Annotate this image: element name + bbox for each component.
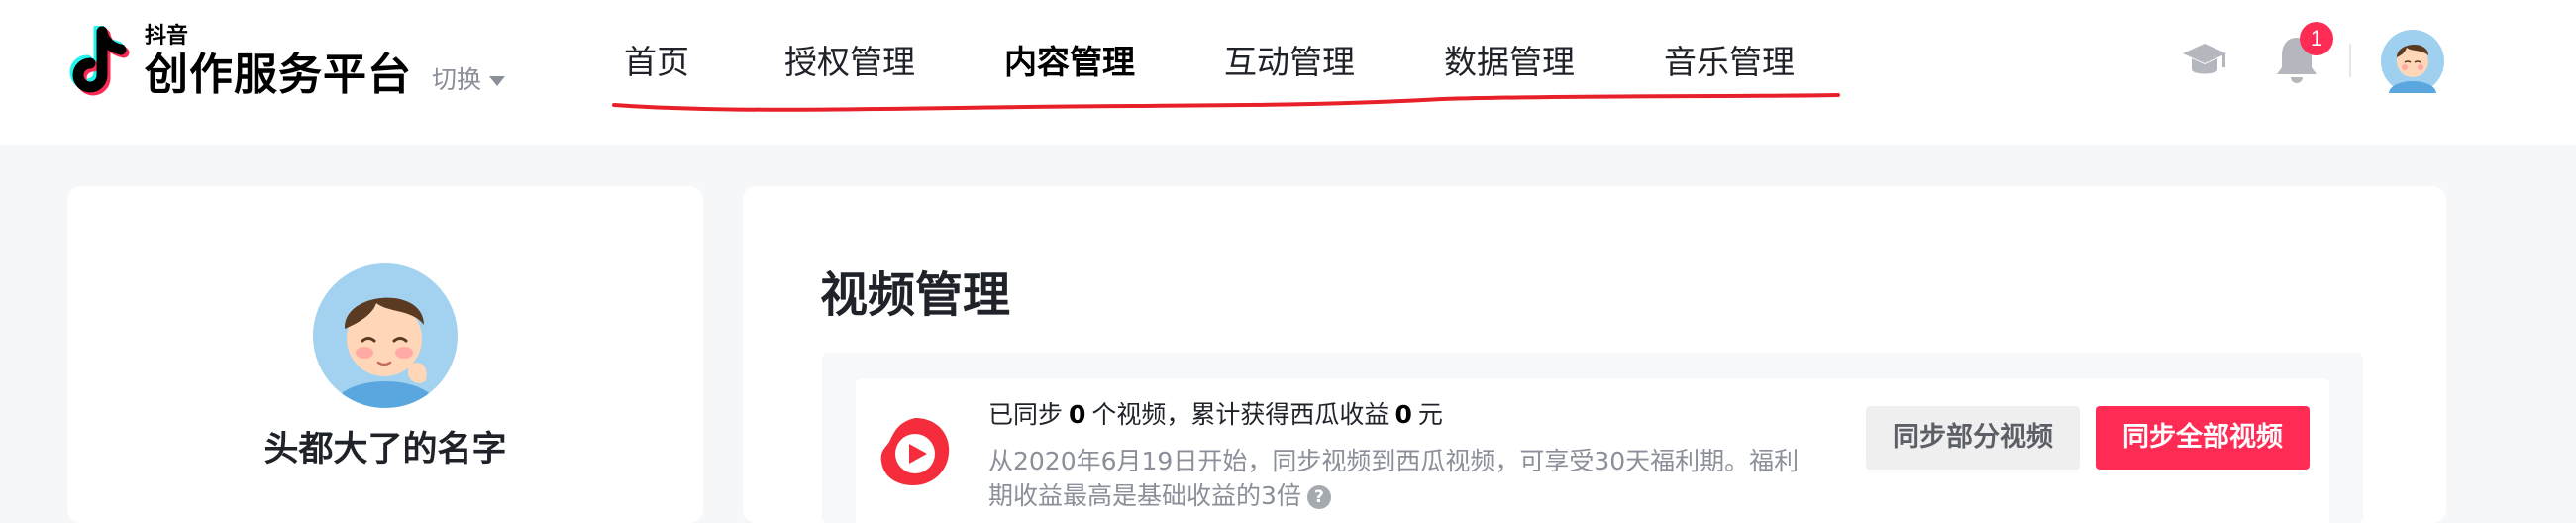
sync-prefix: 已同步 (988, 400, 1064, 429)
profile-avatar[interactable] (313, 263, 458, 408)
sync-middle: 个视频，累计获得西瓜收益 (1091, 400, 1390, 429)
sync-description: 从2020年6月19日开始，同步视频到西瓜视频，可享受30天福利期。福利期收益最… (988, 444, 1801, 513)
red-annotation-underline (612, 93, 1840, 112)
synced-video-count: 0 (1069, 400, 1086, 429)
caret-down-icon (489, 76, 506, 86)
xigua-sync-panel: 已同步 0 个视频，累计获得西瓜收益 0 元 从2020年6月19日开始，同步视频到西瓜… (822, 353, 2363, 523)
sync-suffix: 元 (1417, 400, 1443, 429)
nav-item-music[interactable]: 音乐管理 (1664, 40, 1795, 85)
xigua-earnings: 0 (1394, 400, 1412, 429)
nav-item-content[interactable]: 内容管理 (1004, 40, 1135, 85)
sync-all-videos-button[interactable]: 同步全部视频 (2096, 406, 2310, 470)
xigua-sync-row: 已同步 0 个视频，累计获得西瓜收益 0 元 从2020年6月19日开始，同步视频到西瓜… (856, 378, 2329, 523)
brand-subtitle: 抖音 (145, 24, 189, 49)
header-divider (2349, 44, 2351, 77)
sync-summary: 已同步 0 个视频，累计获得西瓜收益 0 元 (988, 398, 1443, 432)
switch-dropdown[interactable]: 切换 (432, 65, 506, 95)
profile-card: 头都大了的名字 (67, 186, 703, 523)
sync-partial-videos-button[interactable]: 同步部分视频 (1866, 406, 2080, 470)
switch-label: 切换 (432, 65, 482, 94)
notification-badge: 1 (2300, 22, 2333, 55)
xigua-video-logo-icon (880, 418, 950, 485)
page-title: 视频管理 (820, 267, 1011, 323)
video-management-card: 视频管理 已同步 0 个视频，累计获得西瓜收益 0 元 从2020年6月19日开始，同步… (743, 186, 2446, 523)
avatar[interactable] (2381, 30, 2444, 93)
douyin-logo-icon[interactable] (65, 26, 133, 99)
graduation-cap-icon[interactable] (2181, 42, 2228, 79)
top-header: 抖音 创作服务平台 切换 首页 授权管理 内容管理 互动管理 数据管理 音乐管理… (0, 0, 2576, 145)
nav-item-data[interactable]: 数据管理 (1444, 40, 1575, 85)
nav-item-home[interactable]: 首页 (624, 40, 689, 85)
help-icon[interactable]: ? (1306, 485, 1331, 509)
nav-item-authorization[interactable]: 授权管理 (784, 40, 915, 85)
profile-name: 头都大了的名字 (263, 430, 507, 470)
sync-description-text: 从2020年6月19日开始，同步视频到西瓜视频，可享受30天福利期。福利期收益最… (988, 447, 1800, 510)
nav-item-interaction[interactable]: 互动管理 (1224, 40, 1355, 85)
brand-title[interactable]: 创作服务平台 (145, 52, 412, 99)
